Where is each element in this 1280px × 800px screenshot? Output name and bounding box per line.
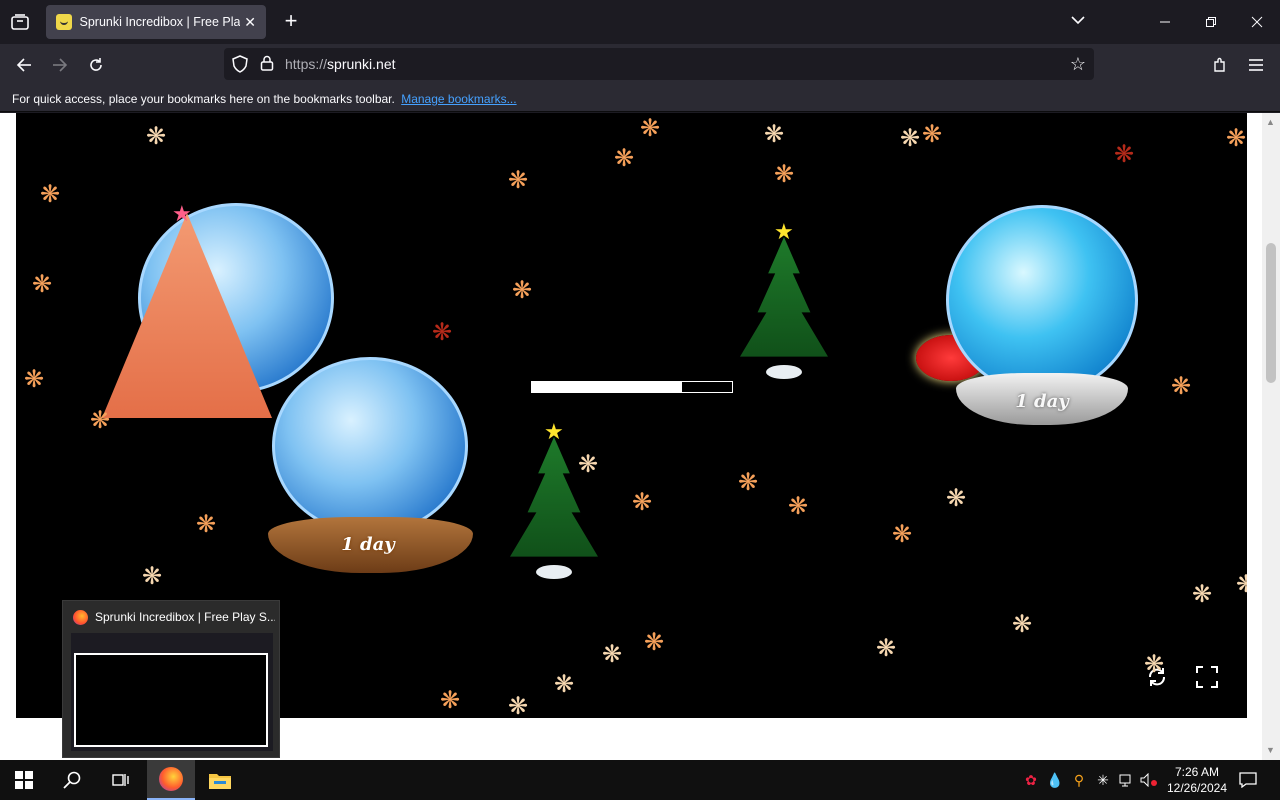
tray-snow-icon[interactable]: ✳ xyxy=(1092,760,1114,800)
snowflake-icon: ❋ xyxy=(876,635,897,662)
tray-drop-icon[interactable]: 💧 xyxy=(1044,760,1066,800)
snowflake-icon: ❋ xyxy=(892,521,913,548)
snowflake-icon: ❋ xyxy=(774,161,795,188)
firefox-icon xyxy=(73,610,88,625)
restore-icon[interactable] xyxy=(1188,0,1234,44)
windows-start-icon[interactable] xyxy=(0,760,48,800)
network-icon[interactable] xyxy=(1116,760,1138,800)
lock-icon[interactable] xyxy=(260,55,274,76)
minimize-icon[interactable] xyxy=(1142,0,1188,44)
snowflake-icon: ❋ xyxy=(644,629,665,656)
snowflake-icon: ❋ xyxy=(146,123,167,150)
snowflake-icon: ❋ xyxy=(142,563,163,590)
snowflake-icon: ❋ xyxy=(632,489,653,516)
tray-search-icon[interactable]: ⚲ xyxy=(1068,760,1090,800)
snowflake-icon: ❋ xyxy=(90,407,111,434)
snowflake-icon: ❋ xyxy=(764,121,785,148)
shield-icon[interactable] xyxy=(232,55,248,78)
menu-icon[interactable] xyxy=(1243,52,1269,78)
volume-muted-icon[interactable] xyxy=(1138,760,1160,800)
tab-close-icon[interactable]: ✕ xyxy=(244,14,256,31)
snowflake-icon: ❋ xyxy=(1144,651,1165,678)
snowflake-icon: ❋ xyxy=(602,641,623,668)
snowglobe-1-day-left: 1 day xyxy=(268,357,473,575)
bookmark-star-icon[interactable]: ☆ xyxy=(1070,54,1086,75)
tab-bar: Sprunki Incredibox | Free Play S ✕ + xyxy=(0,0,1280,44)
loading-progress-bar xyxy=(531,381,733,393)
snowflake-icon: ❋ xyxy=(1192,581,1213,608)
snowflake-icon: ❋ xyxy=(432,319,453,346)
search-icon[interactable] xyxy=(48,760,96,800)
scrollbar-thumb[interactable] xyxy=(1266,243,1276,383)
windows-taskbar: ✿ 💧 ⚲ ✳ 7:26 AM 12/26/2024 xyxy=(0,760,1280,800)
snowflake-icon: ❋ xyxy=(1171,373,1192,400)
bookmarks-toolbar: For quick access, place your bookmarks h… xyxy=(0,84,1280,112)
taskbar-window-preview[interactable]: Sprunki Incredibox | Free Play S... xyxy=(62,600,280,758)
snowflake-icon: ❋ xyxy=(1012,611,1033,638)
snowflake-icon: ❋ xyxy=(614,145,635,172)
forward-icon[interactable] xyxy=(47,52,73,78)
clock-time: 7:26 AM xyxy=(1174,765,1220,779)
preview-thumbnail xyxy=(71,633,273,751)
snowflake-icon: ❋ xyxy=(508,693,529,719)
file-explorer-icon[interactable] xyxy=(196,760,244,800)
snowflake-icon: ❋ xyxy=(24,366,45,393)
chevron-down-icon[interactable] xyxy=(1070,12,1092,32)
back-icon[interactable] xyxy=(11,52,37,78)
clock-date: 12/26/2024 xyxy=(1166,781,1228,795)
snowflake-icon: ❋ xyxy=(1226,125,1247,152)
snowflake-icon: ❋ xyxy=(1236,571,1247,598)
fullscreen-icon[interactable] xyxy=(1194,664,1220,690)
globe-right-label: 1 day xyxy=(1015,391,1069,412)
reload-icon[interactable] xyxy=(83,52,109,78)
preview-title: Sprunki Incredibox | Free Play S... xyxy=(95,610,275,624)
snowflake-icon: ❋ xyxy=(922,121,943,148)
snowflake-icon: ❋ xyxy=(196,511,217,538)
snowflake-icon: ❋ xyxy=(508,167,529,194)
tab-title: Sprunki Incredibox | Free Play S xyxy=(79,15,241,29)
active-tab[interactable]: Sprunki Incredibox | Free Play S ✕ xyxy=(46,5,266,39)
system-clock[interactable]: 7:26 AM 12/26/2024 xyxy=(1160,764,1234,796)
close-icon[interactable] xyxy=(1234,0,1280,44)
scroll-up-icon[interactable]: ▲ xyxy=(1266,117,1275,127)
bookmarks-message: For quick access, place your bookmarks h… xyxy=(12,92,517,106)
snowflake-icon: ❋ xyxy=(40,181,61,208)
snowflake-icon: ❋ xyxy=(1114,141,1135,168)
notifications-icon[interactable] xyxy=(1236,760,1260,800)
scroll-down-icon[interactable]: ▼ xyxy=(1266,745,1275,755)
address-bar[interactable]: https://sprunki.net ☆ xyxy=(224,48,1094,80)
snowflake-icon: ❋ xyxy=(900,125,921,152)
new-tab-button[interactable]: + xyxy=(280,10,302,32)
sprunki-favicon-icon xyxy=(56,14,72,30)
tab-overview-icon[interactable] xyxy=(8,10,32,34)
snowflake-icon: ❋ xyxy=(738,469,759,496)
snowflake-icon: ❋ xyxy=(440,687,461,714)
snowflake-icon: ❋ xyxy=(788,493,809,520)
loading-progress-fill xyxy=(532,382,682,392)
snowflake-icon: ❋ xyxy=(640,115,661,142)
firefox-taskbar-button[interactable] xyxy=(147,760,195,800)
extensions-icon[interactable] xyxy=(1207,52,1233,78)
page-scrollbar[interactable]: ▲ ▼ xyxy=(1262,113,1280,761)
bookmarks-message-text: For quick access, place your bookmarks h… xyxy=(12,92,395,106)
snowglobe-1-day-right: 1 day xyxy=(916,205,1146,427)
snowflake-icon: ❋ xyxy=(554,671,575,698)
snowflake-icon: ❋ xyxy=(578,451,599,478)
snowflake-icon: ❋ xyxy=(512,277,533,304)
ornament-star-icon: ★ xyxy=(172,201,192,226)
navigation-toolbar: https://sprunki.net ☆ xyxy=(0,44,1280,84)
globe-left-label: 1 day xyxy=(341,534,395,555)
url-text: https://sprunki.net xyxy=(285,56,396,72)
firefox-icon xyxy=(159,767,183,791)
manage-bookmarks-link[interactable]: Manage bookmarks... xyxy=(401,92,516,106)
snowflake-icon: ❋ xyxy=(32,271,53,298)
snowflake-icon: ❋ xyxy=(946,485,967,512)
tray-app-icon[interactable]: ✿ xyxy=(1020,760,1042,800)
task-view-icon[interactable] xyxy=(96,760,144,800)
